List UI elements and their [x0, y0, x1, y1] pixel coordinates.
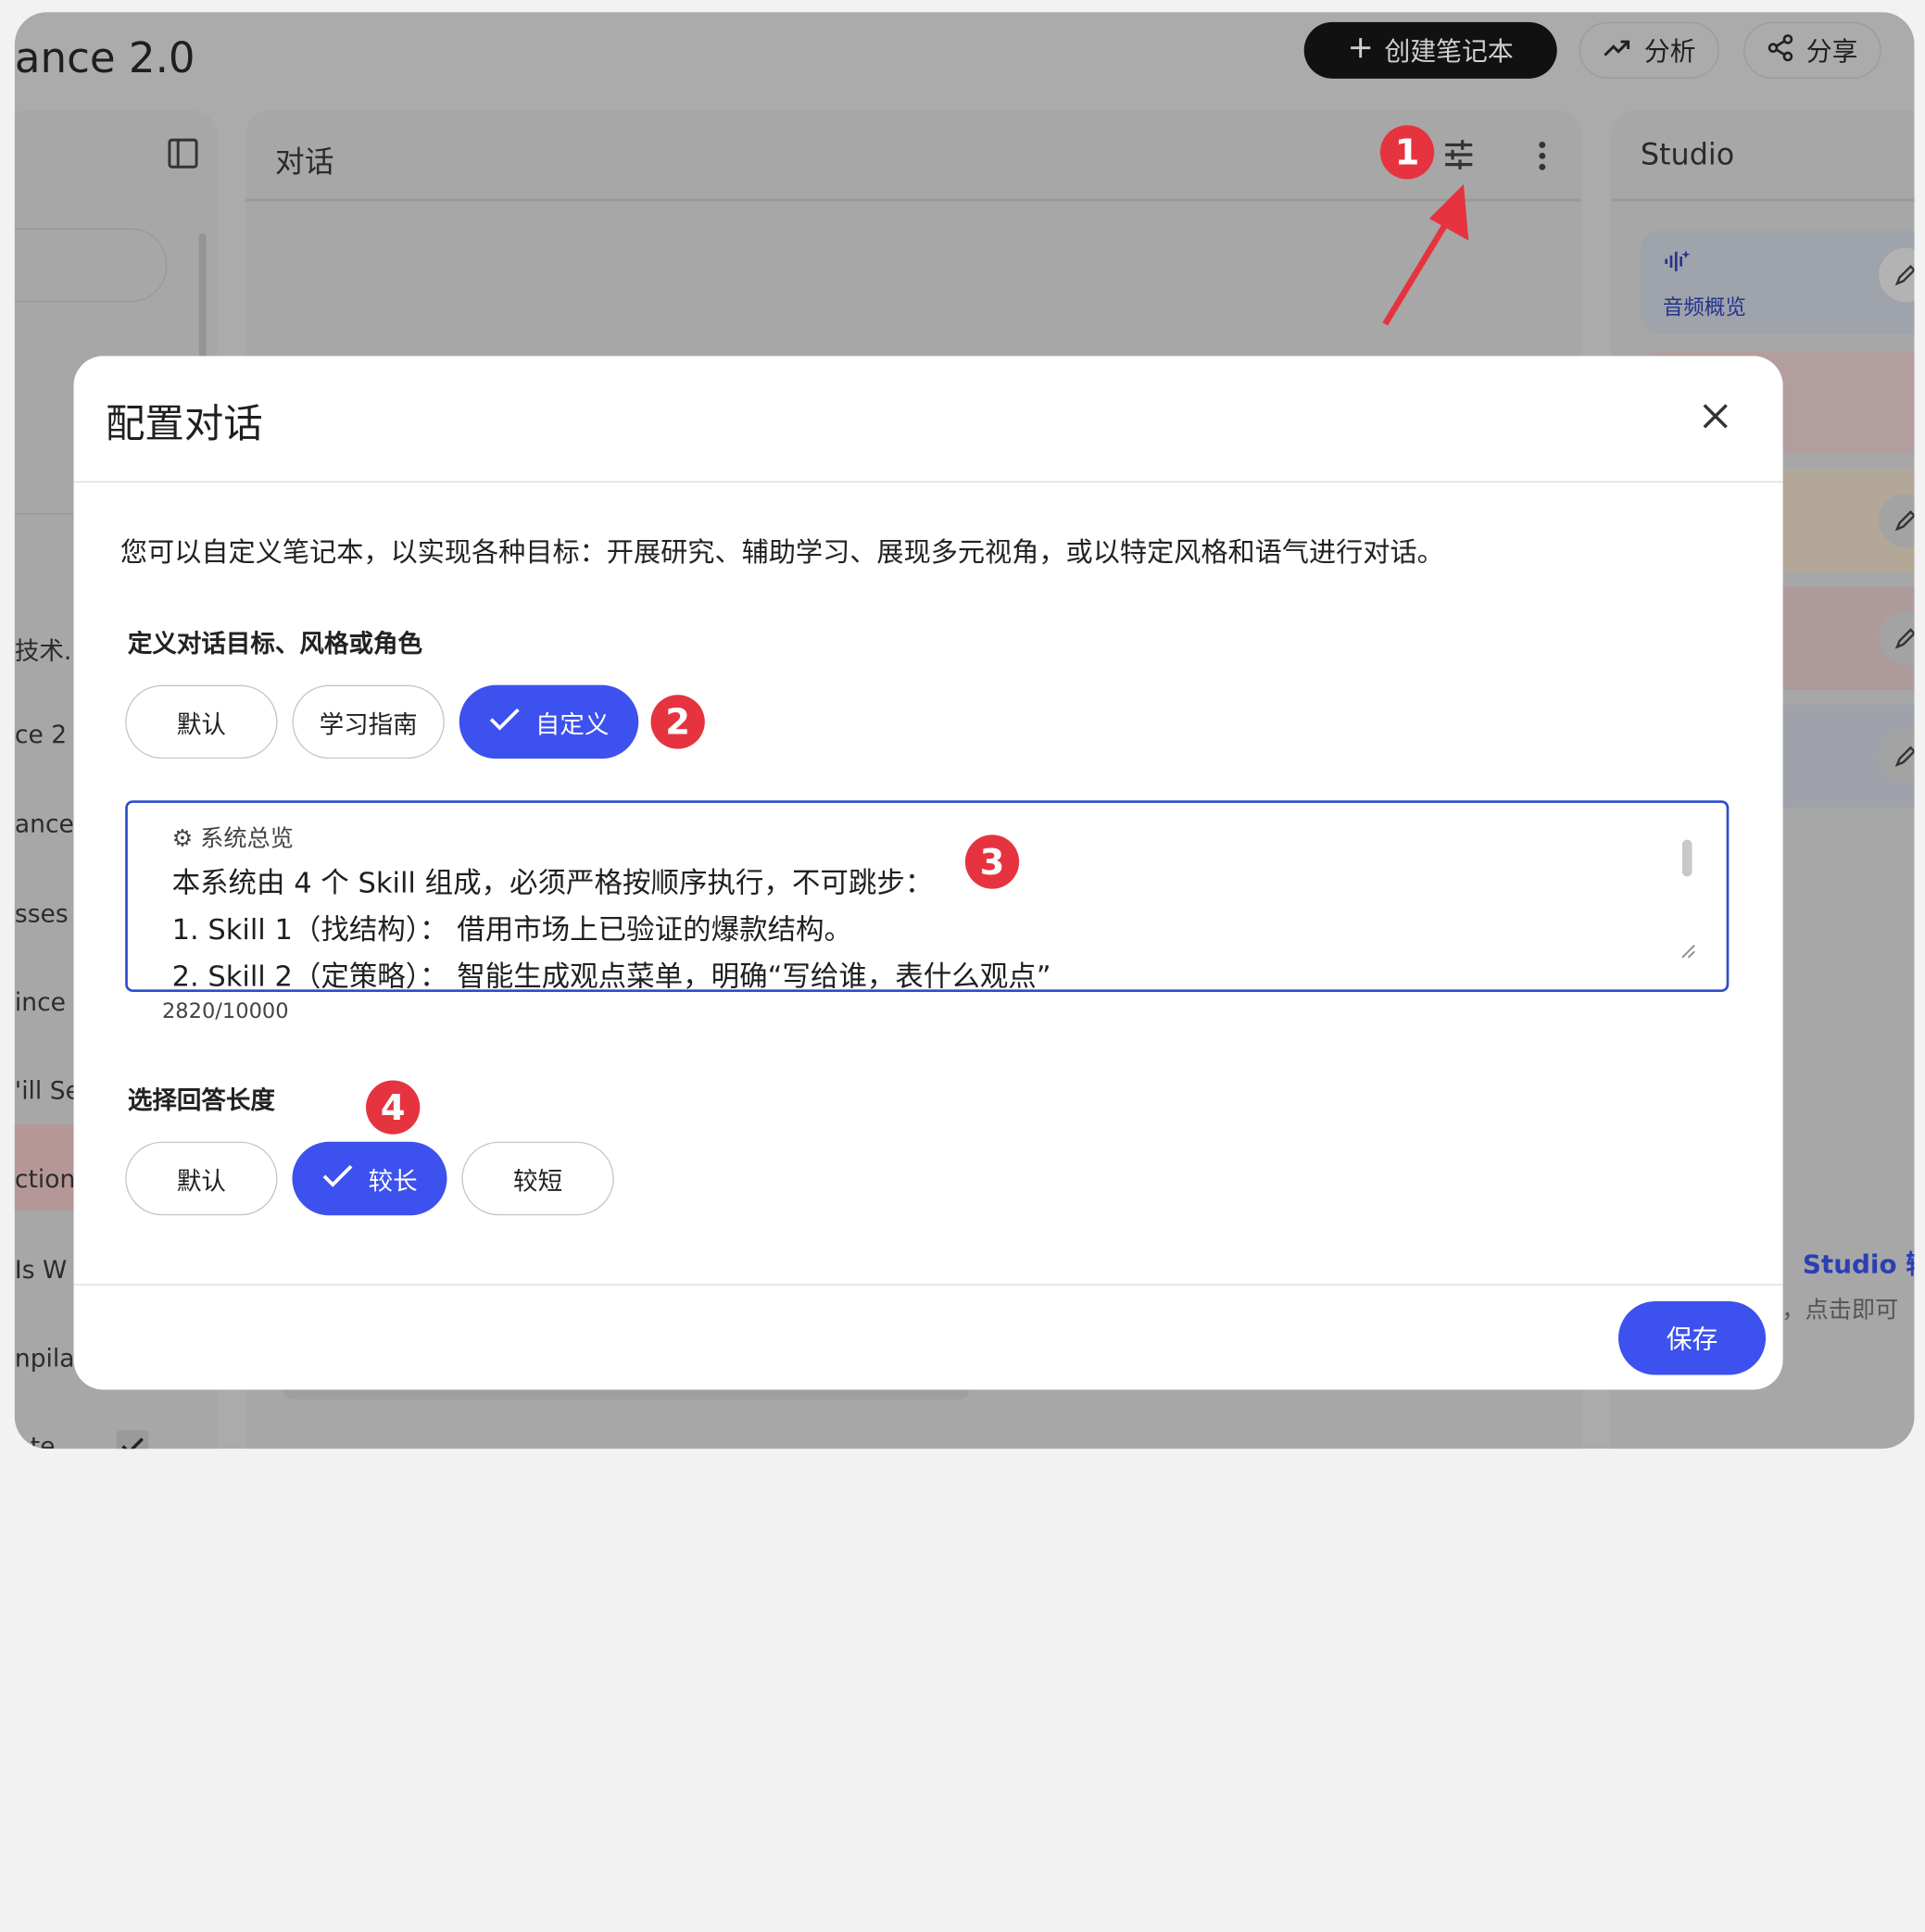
configure-chat-dialog: 配置对话 您可以自定义笔记本，以实现各种目标：开展研究、辅助学习、展现多元视角，…	[73, 356, 1783, 1390]
sidebar-toggle-icon[interactable]	[167, 137, 198, 174]
audio-overview-label: 音频概览	[1662, 295, 1746, 320]
chip-label: 较短	[513, 1165, 563, 1196]
dialog-description: 您可以自定义笔记本，以实现各种目标：开展研究、辅助学习、展现多元视角，或以特定风…	[120, 537, 1444, 569]
source-item[interactable]: 'ill Se	[15, 1075, 81, 1105]
prompt-line: 本系统由 4 个 Skill 组成，必须严格按顺序执行，不可跳步：	[171, 868, 934, 900]
chat-panel-title: 对话	[274, 144, 334, 180]
source-item[interactable]: ance	[15, 809, 74, 839]
analytics-label: 分析	[1643, 36, 1696, 67]
source-item[interactable]: ction	[15, 1164, 75, 1194]
goal-option-study-guide[interactable]: 学习指南	[292, 684, 445, 759]
step-badge-3: 3	[964, 834, 1020, 889]
step-badge-2: 2	[650, 695, 705, 749]
plus-icon	[1348, 35, 1373, 66]
edit-icon[interactable]	[1879, 247, 1915, 303]
source-item[interactable]: Is W	[15, 1255, 67, 1285]
edit-icon[interactable]	[1879, 493, 1915, 548]
chip-label: 较长	[368, 1165, 418, 1196]
more-vert-icon[interactable]	[1535, 140, 1550, 177]
studio-panel-title: Studio	[1640, 137, 1735, 172]
chip-label: 默认	[176, 709, 226, 739]
studio-output-label: Studio 输	[1802, 1249, 1915, 1280]
chip-label: 学习指南	[319, 709, 418, 739]
goal-option-custom[interactable]: 自定义	[459, 684, 639, 759]
save-button[interactable]: 保存	[1618, 1301, 1767, 1375]
length-section-label: 选择回答长度	[127, 1085, 275, 1115]
edit-icon[interactable]	[1879, 611, 1915, 666]
source-item[interactable]: ince	[15, 987, 66, 1017]
prompt-line: ⚙ 系统总览	[171, 824, 294, 852]
tune-icon[interactable]	[1441, 137, 1476, 176]
goal-option-default[interactable]: 默认	[125, 684, 278, 759]
create-notebook-label: 创建笔记本	[1384, 36, 1514, 67]
chip-label: 默认	[176, 1165, 226, 1196]
char-counter: 2820/10000	[161, 998, 289, 1024]
resize-handle-icon[interactable]	[1678, 940, 1697, 960]
prompt-line: 1. Skill 1（找结构）： 借用市场上已验证的爆款结构。	[171, 914, 853, 947]
goal-section-label: 定义对话目标、风格或角色	[127, 628, 422, 659]
close-button[interactable]	[1690, 393, 1742, 445]
app-window: ance 2.0 创建笔记本 分析 分享 技术... ce 2 ance sse…	[14, 12, 1915, 1449]
source-item[interactable]: nte...	[15, 1432, 79, 1449]
chip-label: 自定义	[535, 709, 610, 739]
share-label: 分享	[1805, 36, 1858, 67]
page: ance 2.0 创建笔记本 分析 分享 技术... ce 2 ance sse…	[0, 0, 1925, 1932]
studio-header-divider	[1611, 198, 1915, 202]
length-option-default[interactable]: 默认	[125, 1141, 278, 1216]
audio-overview-card[interactable]: 音频概览	[1640, 231, 1915, 334]
step-badge-4: 4	[365, 1080, 421, 1135]
source-item[interactable]: sses	[15, 898, 69, 928]
trending-up-icon	[1603, 35, 1632, 65]
checkbox-checked-icon[interactable]	[116, 1429, 150, 1449]
dialog-header-divider	[73, 481, 1783, 483]
custom-prompt-textarea[interactable]: ⚙ 系统总览 本系统由 4 个 Skill 组成，必须严格按顺序执行，不可跳步：…	[125, 800, 1730, 993]
length-option-longer[interactable]: 较长	[292, 1141, 447, 1216]
dialog-footer-divider	[73, 1284, 1783, 1286]
length-option-shorter[interactable]: 较短	[461, 1141, 614, 1216]
audio-waveform-icon	[1663, 248, 1692, 280]
prompt-line: 2. Skill 2（定策略）： 智能生成观点菜单，明确“写给谁，表什么观点”	[171, 960, 1051, 993]
sources-search-box[interactable]	[14, 228, 168, 303]
source-item[interactable]: ce 2	[15, 720, 67, 749]
annotation-arrow	[1382, 183, 1469, 326]
create-notebook-button[interactable]: 创建笔记本	[1303, 21, 1557, 79]
dialog-title: 配置对话	[105, 400, 263, 447]
check-icon	[489, 707, 521, 737]
edit-icon[interactable]	[1879, 729, 1915, 784]
share-icon	[1767, 33, 1793, 67]
notebook-title: ance 2.0	[14, 34, 195, 84]
close-icon	[1701, 401, 1730, 435]
textarea-scrollbar[interactable]	[1681, 839, 1692, 877]
check-icon	[321, 1163, 353, 1194]
analytics-button[interactable]: 分析	[1579, 21, 1719, 79]
share-button[interactable]: 分享	[1743, 21, 1881, 79]
